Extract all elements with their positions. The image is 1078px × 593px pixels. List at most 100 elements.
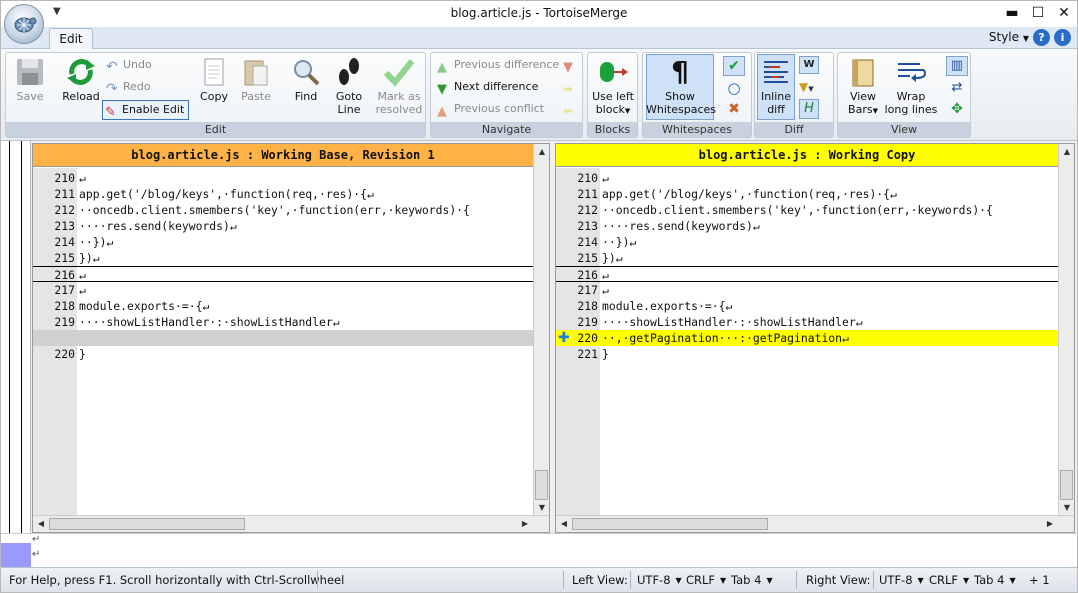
left-code-view[interactable]: 210 ↵ 211 app.get('/blog/keys',·function(re… — [33, 170, 533, 362]
line-text: module.exports·=·{↵ — [79, 299, 210, 313]
inline-diff-button[interactable]: Inline diff — [757, 56, 795, 116]
help-icon[interactable]: ? — [1033, 29, 1050, 46]
code-line[interactable]: 212 ··oncedb.client.smembers('key',·funct… — [556, 202, 1058, 218]
ignore-whitespace-checkmark-icon[interactable]: ✔ — [723, 56, 745, 76]
minimize-button[interactable]: ▬ — [1005, 4, 1019, 22]
code-line[interactable]: 214 ··})↵ — [33, 234, 533, 250]
left-view-pane[interactable]: blog.article.js : Working Base, Revision… — [32, 143, 550, 533]
next-inline-button[interactable]: ➡ — [563, 77, 580, 97]
scroll-up-icon[interactable]: ▲ — [534, 144, 549, 160]
code-line[interactable]: 218 module.exports·=·{↵ — [556, 298, 1058, 314]
scroll-left-icon[interactable]: ◀ — [33, 516, 49, 532]
code-line[interactable]: 217 ↵ — [33, 282, 533, 298]
tab-edit[interactable]: Edit — [49, 28, 93, 50]
line-text: ····res.send(keywords)↵ — [602, 219, 760, 233]
left-vscroll-thumb[interactable] — [535, 470, 548, 500]
bottom-line-view[interactable]: ↵ ↵ — [1, 533, 1077, 568]
right-eol-dropdown[interactable]: CRLF ▼ — [929, 573, 969, 587]
right-vscroll-thumb[interactable] — [1060, 470, 1073, 500]
find-button[interactable]: Find — [288, 56, 324, 103]
next-conflict-button[interactable]: ▼ — [563, 55, 580, 75]
prev-inline-button[interactable]: ⬅ — [563, 99, 580, 119]
code-line[interactable]: 211 app.get('/blog/keys',·function(req,·r… — [33, 186, 533, 202]
view-bars-button[interactable]: View Bars▼ — [842, 56, 884, 118]
code-line[interactable]: 220 ··,·getPagination···:·getPagination↵ — [556, 330, 1058, 346]
left-eol-dropdown[interactable]: CRLF ▼ — [686, 573, 726, 587]
right-tab-dropdown[interactable]: Tab 4 ▼ — [974, 573, 1016, 587]
scroll-left-icon[interactable]: ◀ — [556, 516, 572, 532]
moved-blocks-icon[interactable]: H — [799, 99, 819, 119]
word-diff-icon[interactable]: W — [799, 56, 819, 74]
previous-conflict-button[interactable]: ▲ Previous conflict — [437, 99, 544, 119]
code-line[interactable]: 220} — [33, 346, 533, 362]
right-hscroll-thumb[interactable] — [572, 518, 768, 530]
location-bar[interactable] — [1, 141, 31, 533]
scroll-down-icon[interactable]: ▼ — [1059, 500, 1074, 516]
view-bars-label: View Bars▼ — [848, 90, 878, 116]
two-pane-view-icon[interactable]: ▥ — [946, 56, 968, 76]
arrow-up-conflict-icon: ▲ — [437, 104, 447, 119]
code-line[interactable]: 212 ··oncedb.client.smembers('key',·funct… — [33, 202, 533, 218]
bottom-line-1: ↵ — [32, 534, 41, 545]
code-line[interactable]: 211 app.get('/blog/keys',·function(req,·r… — [556, 186, 1058, 202]
code-line[interactable]: 218 module.exports·=·{↵ — [33, 298, 533, 314]
scroll-right-icon[interactable]: ▶ — [1042, 516, 1058, 532]
code-line[interactable]: 217 ↵ — [556, 282, 1058, 298]
ignore-eol-x-icon[interactable]: ✖ — [723, 99, 745, 119]
reload-button[interactable]: Reload — [60, 56, 102, 103]
filter-icon[interactable]: ▼▼ — [799, 78, 829, 96]
code-line[interactable]: 213 ····res.send(keywords)↵ — [33, 218, 533, 234]
show-whitespaces-button[interactable]: ¶ Show Whitespaces — [646, 56, 716, 117]
paste-button[interactable]: Paste — [238, 56, 274, 103]
info-icon[interactable]: i — [1054, 29, 1071, 46]
code-line[interactable]: 216 ↵ — [33, 266, 533, 282]
left-encoding-dropdown[interactable]: UTF-8 ▼ — [637, 573, 682, 587]
undo-button[interactable]: ↶ Undo — [106, 55, 152, 75]
code-line[interactable]: 213 ····res.send(keywords)↵ — [556, 218, 1058, 234]
scroll-right-icon[interactable]: ▶ — [517, 516, 533, 532]
right-vertical-scrollbar[interactable]: ▲ ▼ — [1058, 144, 1074, 516]
left-vertical-scrollbar[interactable]: ▲ ▼ — [533, 144, 549, 516]
next-difference-button[interactable]: ▼ Next difference — [437, 77, 538, 97]
right-encoding-dropdown[interactable]: UTF-8 ▼ — [879, 573, 924, 587]
style-menu[interactable]: Style ▼ — [989, 30, 1029, 44]
arrow-left-icon: ⬅ — [563, 104, 574, 118]
goto-line-button[interactable]: Goto Line — [330, 56, 368, 116]
right-horizontal-scrollbar[interactable]: ◀ ▶ — [556, 515, 1074, 532]
collapse-icon[interactable]: ✥ — [946, 99, 968, 119]
code-line[interactable]: 210 ↵ — [33, 170, 533, 186]
use-left-block-button[interactable]: Use left block▼ — [590, 56, 636, 118]
code-line[interactable] — [33, 330, 533, 346]
wrap-long-lines-button[interactable]: Wrap long lines — [884, 56, 938, 116]
save-button[interactable]: Save — [12, 56, 48, 103]
code-line[interactable]: 215})↵ — [556, 250, 1058, 266]
redo-button[interactable]: ↷ Redo — [106, 77, 151, 97]
right-view-pane[interactable]: blog.article.js : Working Copy 210 ↵ 211 ap… — [555, 143, 1075, 533]
copy-button[interactable]: Copy — [196, 56, 232, 103]
code-line[interactable]: 214 ··})↵ — [556, 234, 1058, 250]
view-bars-label-2: Bars — [848, 103, 873, 116]
code-line[interactable]: 219 ····showListHandler·:·showListHandler… — [33, 314, 533, 330]
line-text: ··})↵ — [602, 235, 637, 249]
left-tab-dropdown[interactable]: Tab 4 ▼ — [731, 573, 773, 587]
maximize-button[interactable]: ☐ — [1031, 4, 1045, 22]
close-button[interactable]: ✕ — [1057, 4, 1071, 22]
line-text: })↵ — [602, 251, 623, 265]
mark-resolved-button[interactable]: Mark as resolved — [374, 56, 424, 116]
code-line[interactable]: 216 ↵ — [556, 266, 1058, 282]
right-code-view[interactable]: 210 ↵ 211 app.get('/blog/keys',·function(re… — [556, 170, 1058, 362]
chevron-down-icon: ▼ — [963, 576, 970, 585]
left-horizontal-scrollbar[interactable]: ◀ ▶ — [33, 515, 549, 532]
code-line[interactable]: 210 ↵ — [556, 170, 1058, 186]
previous-difference-button[interactable]: ▲ Previous difference — [437, 55, 559, 75]
enable-edit-button[interactable]: ✎ Enable Edit — [102, 100, 190, 120]
ignore-case-circle-icon[interactable]: ○ — [723, 78, 745, 98]
application-menu-button[interactable] — [4, 4, 44, 44]
swap-views-icon[interactable]: ⇄ — [946, 78, 968, 98]
scroll-up-icon[interactable]: ▲ — [1059, 144, 1074, 160]
code-line[interactable]: 219 ····showListHandler·:·showListHandler… — [556, 314, 1058, 330]
code-line[interactable]: 215})↵ — [33, 250, 533, 266]
left-hscroll-thumb[interactable] — [49, 518, 245, 530]
code-line[interactable]: 221} — [556, 346, 1058, 362]
scroll-down-icon[interactable]: ▼ — [534, 500, 549, 516]
